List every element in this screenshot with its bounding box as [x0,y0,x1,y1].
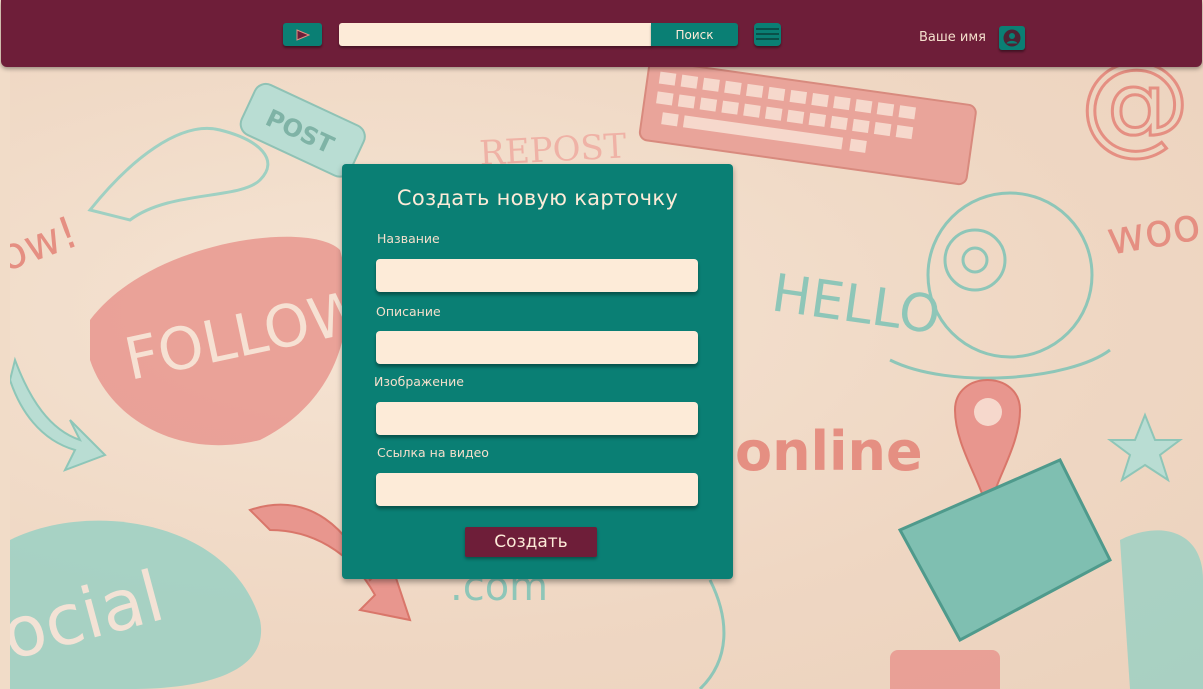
follow-doodle: FOLLOW [90,236,372,446]
svg-text:@: @ [1080,60,1190,166]
svg-text:online: online [735,420,923,483]
top-navbar: Поиск Ваше имя [1,0,1202,67]
social-doodle: ocial [10,520,262,689]
svg-text:woo: woo [1103,196,1203,265]
description-input[interactable] [376,331,698,364]
svg-text:ow!: ow! [10,207,85,282]
search-button[interactable]: Поиск [651,23,738,46]
form-title: Создать новую карточку [396,186,679,210]
play-icon [296,28,310,41]
svg-text:HELLO: HELLO [768,263,944,346]
field-label-image: Изображение [374,374,464,389]
field-label-name: Название [377,231,440,246]
field-label-video-link: Ссылка на видео [377,445,489,460]
page: POST REPOST FOLLOW ow! HELLO woo @ onlin… [0,0,1203,689]
name-input[interactable] [376,259,698,292]
user-name[interactable]: Ваше имя [919,30,986,45]
search-input[interactable] [339,23,652,46]
create-button[interactable]: Создать [465,527,597,557]
user-avatar-icon [1003,29,1021,47]
video-link-input[interactable] [376,473,698,506]
play-button[interactable] [283,23,322,46]
hamburger-menu-button[interactable] [754,23,781,46]
field-label-description: Описание [376,304,441,319]
image-input[interactable] [376,402,698,435]
create-card-form: Создать новую карточку Название Описание… [342,164,733,579]
user-avatar-button[interactable] [999,26,1025,50]
